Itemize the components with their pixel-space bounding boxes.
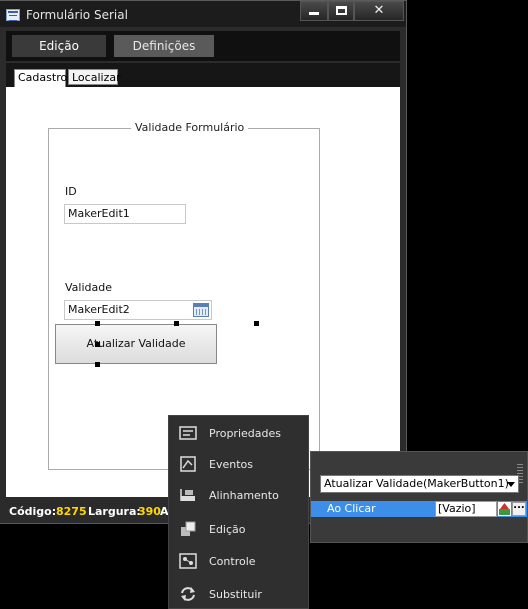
largura-value: 390	[138, 505, 161, 518]
event-row-ao-clicar[interactable]: Ao Clicar [Vazio] ...	[311, 501, 527, 517]
form-app-icon	[6, 9, 20, 21]
menu-item-label: Controle	[209, 555, 256, 568]
properties-icon	[179, 426, 197, 440]
maximize-icon	[335, 6, 347, 15]
atualizar-validade-button[interactable]: Atualizar Validade	[55, 324, 217, 364]
minimize-icon	[309, 12, 319, 15]
validade-field-value: MakerEdit2	[68, 303, 130, 316]
menu-item-label: Eventos	[209, 458, 253, 471]
selection-handle[interactable]	[174, 321, 179, 326]
menu-item-label: Substituir	[209, 588, 262, 601]
main-tab-bar: Edição Definições	[6, 31, 400, 61]
maximize-button[interactable]	[328, 1, 354, 21]
menu-item-edicao[interactable]: Edição	[169, 514, 308, 544]
selection-handle[interactable]	[95, 362, 100, 367]
tab-edicao[interactable]: Edição	[12, 35, 106, 57]
selected-object-label: Atualizar Validade(MakerButton1)	[324, 477, 509, 490]
id-label: ID	[65, 185, 77, 198]
menu-item-alinhamento[interactable]: Alinhamento	[169, 480, 308, 510]
edit-icon	[181, 521, 196, 536]
menu-item-propriedades[interactable]: Propriedades	[169, 418, 308, 448]
codigo-value: 8275	[56, 505, 87, 518]
validade-date-field[interactable]: MakerEdit2	[64, 300, 212, 320]
events-panel: Atualizar Validade(MakerButton1) Ao Clic…	[310, 451, 528, 543]
minimize-button[interactable]	[300, 1, 328, 21]
window-title: Formulário Serial	[26, 8, 128, 22]
menu-item-label: Propriedades	[209, 427, 281, 440]
event-value-field[interactable]: [Vazio]	[435, 501, 497, 517]
object-selector-dropdown[interactable]: Atualizar Validade(MakerButton1)	[320, 475, 519, 493]
validade-label: Validade	[65, 281, 112, 294]
largura-label: Largura:	[88, 505, 141, 518]
selection-handle[interactable]	[254, 321, 259, 326]
title-bar[interactable]: Formulário Serial ✕	[0, 1, 406, 27]
menu-item-label: Alinhamento	[209, 489, 279, 502]
codigo-label: Código:	[9, 505, 57, 518]
action-flow-icon[interactable]	[498, 502, 511, 516]
selection-handle[interactable]	[95, 321, 100, 326]
id-field[interactable]: MakerEdit1	[64, 204, 186, 224]
context-menu: Propriedades Eventos Alinhamento Edição …	[168, 415, 309, 609]
menu-item-controle[interactable]: Controle	[169, 546, 308, 576]
selection-handle[interactable]	[95, 342, 100, 347]
control-icon	[179, 553, 197, 569]
event-name: Ao Clicar	[327, 502, 376, 515]
groupbox-caption: Validade Formulário	[131, 121, 249, 134]
tab-localizar[interactable]: Localizar	[68, 69, 121, 85]
form-tab-strip: Cadastro Localizar	[6, 67, 400, 87]
events-icon	[180, 456, 196, 472]
close-button[interactable]: ✕	[354, 1, 404, 21]
more-options-button[interactable]: ...	[512, 501, 526, 516]
alignment-icon	[180, 489, 195, 501]
close-icon: ✕	[373, 3, 385, 18]
tab-definicoes[interactable]: Definições	[114, 35, 214, 57]
tab-cadastro[interactable]: Cadastro	[14, 69, 67, 87]
calendar-icon[interactable]	[193, 303, 209, 317]
menu-item-eventos[interactable]: Eventos	[169, 449, 308, 479]
menu-item-label: Edição	[209, 523, 246, 536]
replace-icon	[181, 587, 195, 601]
menu-item-substituir[interactable]: Substituir	[169, 579, 308, 609]
chevron-down-icon	[507, 482, 515, 487]
